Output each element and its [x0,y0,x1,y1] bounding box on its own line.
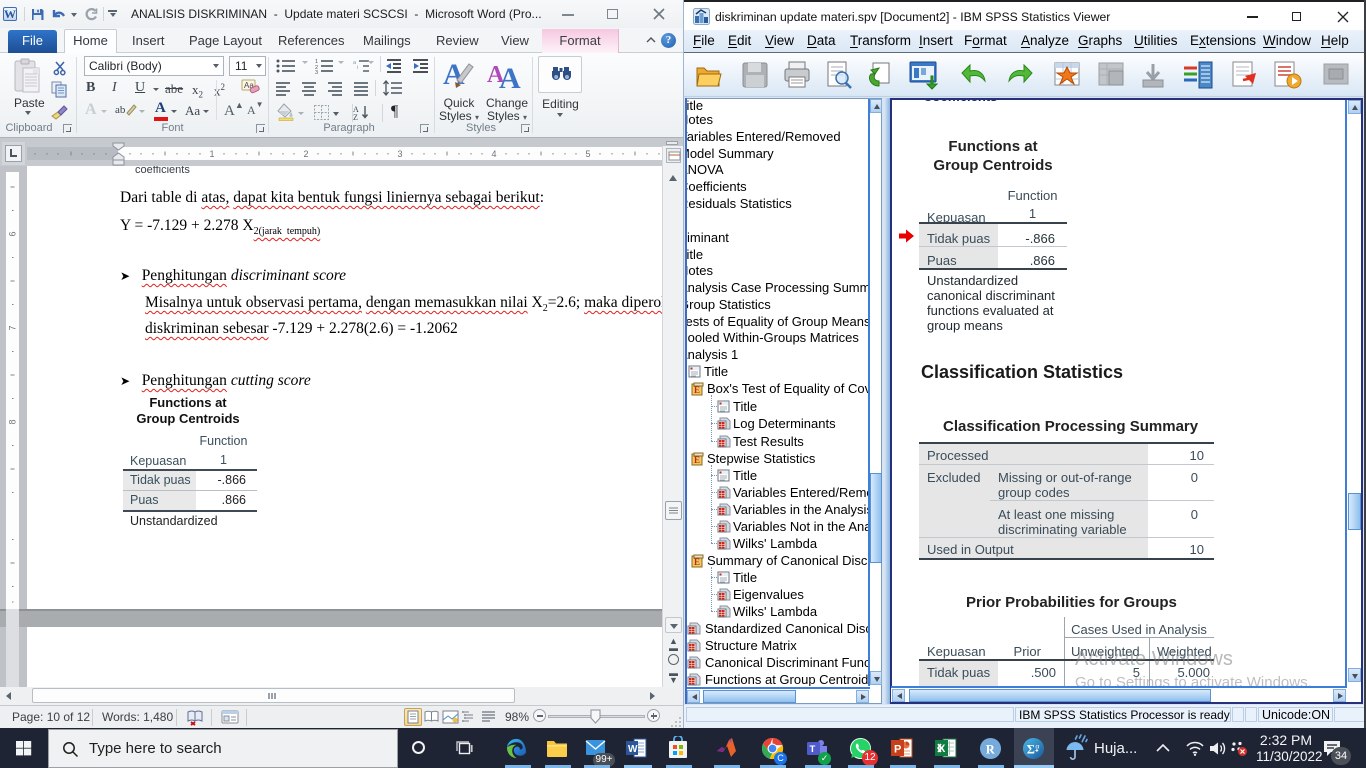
svg-text:4: 4 [491,149,496,159]
svg-text:Z: Z [353,113,358,121]
svg-text:1: 1 [209,149,214,159]
svg-text:E: E [694,455,700,465]
svg-text:8: 8 [8,419,18,424]
svg-text:E: E [694,557,700,567]
svg-text:Σ: Σ [1027,742,1035,756]
svg-text:T: T [810,744,816,755]
svg-text:R: R [986,742,996,756]
svg-text:P: P [894,744,901,756]
svg-text:2: 2 [303,149,308,159]
svg-text:6: 6 [8,231,18,236]
svg-text:3: 3 [397,149,402,159]
svg-text:ab: ab [115,104,126,116]
svg-text:E: E [694,385,700,395]
svg-text:3: 3 [315,70,318,74]
svg-text:i: i [357,65,358,71]
svg-text:α: α [1035,742,1039,751]
svg-text:W: W [628,744,638,755]
svg-text:7: 7 [8,325,18,330]
svg-text:X: X [938,743,946,755]
svg-text:A: A [499,62,521,94]
svg-text:5: 5 [585,149,590,159]
